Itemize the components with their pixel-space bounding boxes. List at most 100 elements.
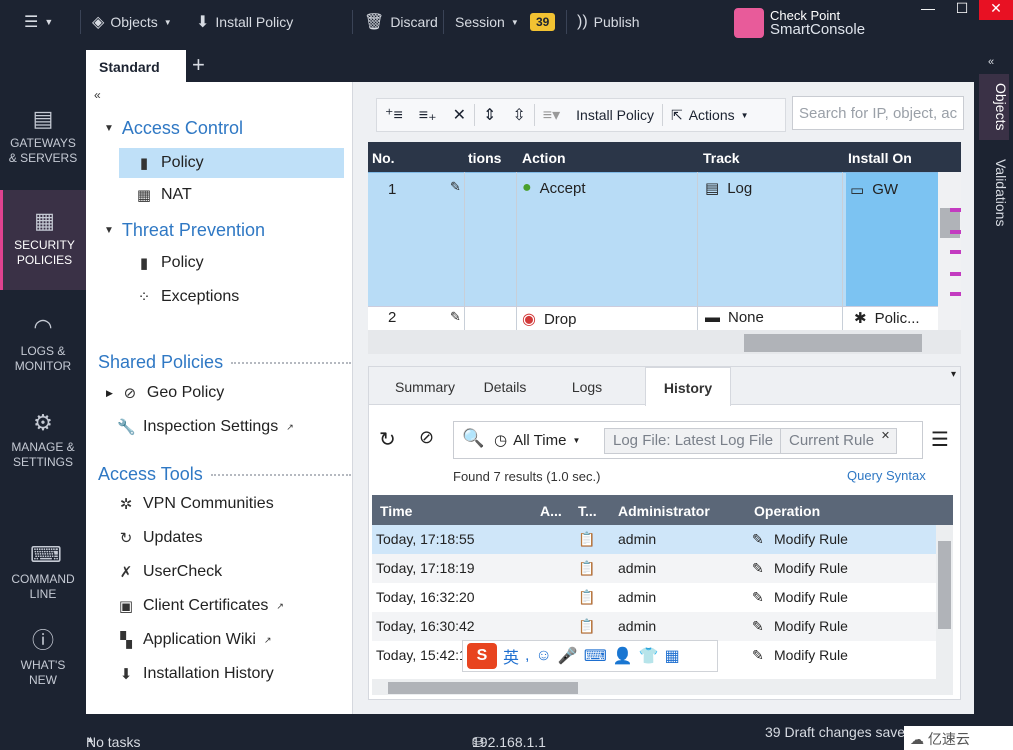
delete-rule-button[interactable]: ✕: [445, 99, 474, 131]
rule-row-1[interactable]: 1 ✎ ● Accept ▤ Log ▭ GW: [368, 172, 938, 307]
add-rule-below-button[interactable]: ≡₊: [411, 99, 445, 131]
objects-menu-button[interactable]: ◈ Objects ▼: [92, 0, 172, 44]
nav-security-policies[interactable]: ▦ SECURITY POLICIES: [0, 190, 86, 290]
tree-application-wiki[interactable]: ▚ Application Wiki ↗: [117, 631, 271, 649]
rule-1-install-on[interactable]: ▭ GW: [846, 173, 938, 307]
query-syntax-link[interactable]: Query Syntax: [847, 468, 926, 483]
tab-details[interactable]: Details: [473, 367, 537, 405]
panel-menu-icon[interactable]: ▾: [951, 369, 956, 380]
minimize-button[interactable]: —: [911, 0, 945, 20]
rule-1-action[interactable]: ● Accept: [522, 179, 586, 197]
geo-icon: ⊘: [123, 385, 137, 402]
tree-exceptions[interactable]: ⁘ Exceptions: [135, 288, 240, 306]
clipboard-icon: 📋: [578, 618, 596, 634]
history-menu-icon[interactable]: ☰: [931, 427, 949, 452]
left-navigation: ▤ GATEWAYS & SERVERS ▦ SECURITY POLICIES…: [0, 44, 86, 714]
history-filter-box[interactable]: 🔍 ◷ All Time ▼ Log File: Latest Log File…: [453, 421, 923, 459]
main-menu-button[interactable]: ☰ ▼: [24, 0, 53, 44]
tree-access-control[interactable]: ▼ Access Control: [104, 118, 243, 139]
tab-summary[interactable]: Summary: [389, 367, 461, 405]
rulebase-toolbar: ⁺≡ ≡₊ ✕ ⇕ ⇳ ≡▾ Install Policy ⇱ Actions …: [376, 98, 786, 132]
rule-2-install-on[interactable]: ✱ Polic...: [854, 309, 920, 328]
publish-button[interactable]: )) Publish: [577, 0, 640, 44]
panel-divider[interactable]: [352, 82, 353, 714]
emoji-icon[interactable]: ☺: [535, 647, 551, 665]
table-row[interactable]: Today, 16:32:20 📋 admin ✎ Modify Rule: [372, 583, 936, 612]
pencil-icon: ✎: [752, 647, 764, 663]
table-row[interactable]: Today, 17:18:19 📋 admin ✎ Modify Rule: [372, 554, 936, 583]
add-rule-above-button[interactable]: ⁺≡: [377, 99, 411, 131]
nav-whats-new[interactable]: ⓘ WHAT'S NEW: [0, 628, 86, 688]
rule-2-action[interactable]: ◉ Drop: [522, 309, 576, 329]
rule-table-hscroll[interactable]: [368, 330, 961, 354]
nav-logs-monitor[interactable]: ◠ LOGS & MONITOR: [0, 314, 86, 374]
policy-tree: « ▼ Access Control ▮ Policy ▦ NAT ▼ Thre…: [86, 82, 352, 714]
rulebase-search-input[interactable]: Search for IP, object, ac: [792, 96, 964, 130]
session-changes-badge[interactable]: 39: [530, 0, 556, 44]
microphone-icon[interactable]: 🎤: [558, 646, 578, 666]
skin-icon[interactable]: 👕: [639, 646, 659, 666]
tree-policy[interactable]: ▮ Policy: [119, 148, 344, 178]
tab-objects[interactable]: Objects: [979, 74, 1009, 140]
history-vscroll[interactable]: [936, 525, 953, 681]
tab-logs[interactable]: Logs: [557, 367, 617, 405]
rule-2-track[interactable]: ▬ None: [705, 309, 764, 326]
export-icon: ⇱: [670, 106, 683, 123]
tree-tp-policy[interactable]: ▮ Policy: [135, 254, 204, 272]
tree-client-certificates[interactable]: ▣ Client Certificates ↗: [117, 597, 284, 615]
edit-icon[interactable]: ✎: [450, 179, 461, 195]
keyboard-icon[interactable]: ⌨: [584, 646, 607, 666]
tree-threat-prevention[interactable]: ▼ Threat Prevention: [104, 220, 265, 241]
table-row[interactable]: Today, 17:18:55 📋 admin ✎ Modify Rule: [372, 525, 936, 554]
collapse-panel-icon[interactable]: «: [94, 88, 101, 102]
ime-toolbar: S 英 , ☺ 🎤 ⌨ 👤 👕 ▦: [462, 640, 718, 672]
nav-manage-settings[interactable]: ⚙ MANAGE & SETTINGS: [0, 410, 86, 470]
close-icon[interactable]: ✕: [881, 429, 890, 442]
tree-vpn-communities[interactable]: ✲ VPN Communities: [117, 495, 274, 513]
history-hscroll[interactable]: [372, 679, 953, 695]
edit-icon[interactable]: ✎: [450, 309, 461, 325]
clear-filter-icon[interactable]: ⊘: [419, 427, 434, 448]
add-tab-icon[interactable]: +: [192, 52, 205, 78]
tab-standard[interactable]: Standard: [86, 50, 186, 82]
nav-gateways-servers[interactable]: ▤ GATEWAYS & SERVERS: [0, 106, 86, 166]
cube-icon: ◈: [92, 14, 105, 31]
actions-menu-button[interactable]: ⇱ Actions ▼: [663, 99, 757, 131]
rb-install-policy-button[interactable]: Install Policy: [568, 99, 662, 131]
collapse-right-icon[interactable]: «: [988, 56, 994, 68]
window-controls: — ☐ ✕: [911, 0, 1013, 20]
tree-nat[interactable]: ▦ NAT: [135, 186, 192, 204]
discard-button[interactable]: 🗑 Discard: [364, 0, 438, 44]
rule-1-track[interactable]: ▤ Log: [705, 179, 752, 198]
install-policy-button[interactable]: ⬇ Install Policy: [196, 0, 293, 44]
install-icon: ⬇: [196, 14, 210, 31]
tree-geo-policy[interactable]: ▶ ⊘ Geo Policy: [106, 384, 224, 402]
tree-inspection-settings[interactable]: 🔧 Inspection Settings ↗: [117, 418, 294, 436]
tree-usercheck[interactable]: ✗ UserCheck: [117, 563, 222, 581]
tab-history[interactable]: History: [645, 367, 731, 406]
logfile-chip[interactable]: Log File: Latest Log File: [604, 428, 783, 454]
user-icon[interactable]: 👤: [613, 646, 633, 666]
wrench-icon: 🔧: [117, 419, 136, 436]
tab-validations[interactable]: Validations: [979, 148, 1009, 238]
maximize-button[interactable]: ☐: [945, 0, 979, 20]
sogou-logo-icon[interactable]: S: [467, 643, 497, 669]
grid-icon[interactable]: ▦: [665, 646, 680, 666]
view-options-button[interactable]: ≡▾: [535, 99, 568, 131]
tree-installation-history[interactable]: ⬇ Installation History: [117, 665, 274, 683]
nav-command-line[interactable]: ⌨ COMMAND LINE: [0, 542, 86, 602]
collapse-sections-button[interactable]: ⇳: [504, 99, 533, 131]
current-rule-chip[interactable]: Current Rule ✕: [780, 428, 898, 454]
caret-up-icon: ▲: [86, 734, 95, 744]
table-row[interactable]: Today, 16:30:42 📋 admin ✎ Modify Rule: [372, 612, 936, 641]
close-button[interactable]: ✕: [979, 0, 1013, 20]
rule-row-2[interactable]: 2 ✎ ◉ Drop ▬ None ✱ Polic...: [368, 306, 938, 332]
tree-updates[interactable]: ↻ Updates: [117, 529, 203, 547]
time-filter-dropdown[interactable]: ◷ All Time ▼: [494, 431, 580, 450]
punctuation-icon[interactable]: ,: [525, 647, 529, 665]
session-menu-button[interactable]: Session ▼: [455, 0, 519, 44]
refresh-icon[interactable]: ↻: [379, 427, 396, 452]
refresh-icon: ↻: [119, 530, 133, 547]
expand-sections-button[interactable]: ⇕: [475, 99, 504, 131]
ime-language-toggle[interactable]: 英: [503, 644, 519, 668]
